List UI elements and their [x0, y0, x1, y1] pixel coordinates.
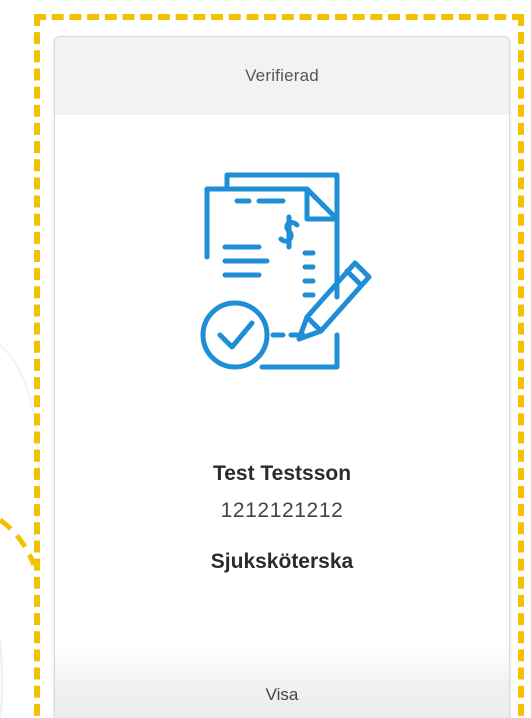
- screen: Verifierad Test Testsson 1212121212 Sjuk…: [0, 0, 531, 718]
- holder-name: Test Testsson: [212, 462, 352, 485]
- card-footer: [55, 647, 509, 718]
- verified-card[interactable]: Verifierad Test Testsson 1212121212 Sjuk…: [54, 36, 510, 718]
- status-label: Verifierad: [245, 66, 319, 85]
- signed-document-verified-icon: [187, 167, 377, 387]
- personal-number: 1212121212: [220, 499, 344, 522]
- holder-role: Sjuksköterska: [210, 550, 354, 573]
- show-button[interactable]: Visa: [55, 685, 509, 705]
- card-header: Verifierad: [55, 37, 509, 115]
